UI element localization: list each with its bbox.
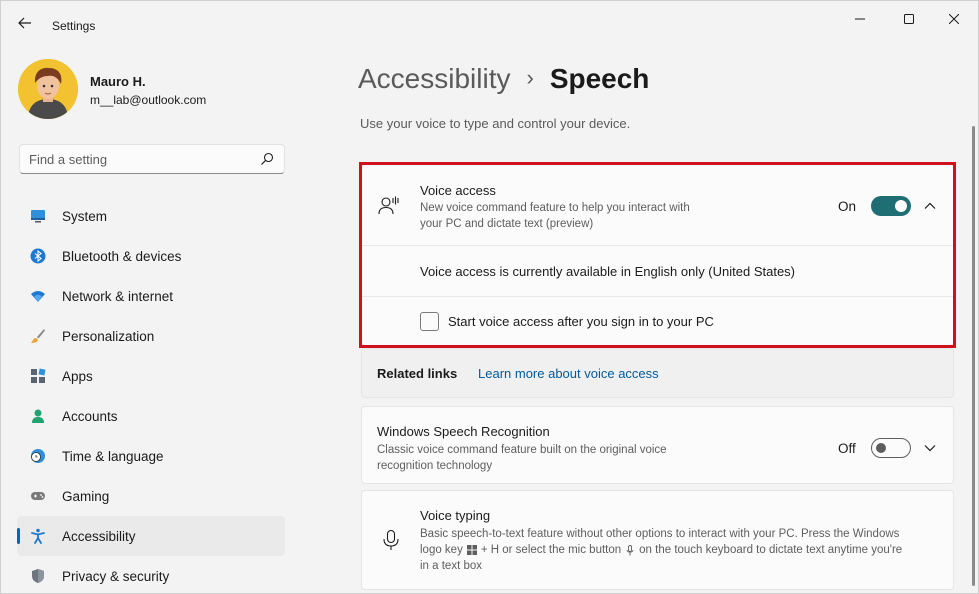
windows-logo-icon [466,545,477,555]
profile-name: Mauro H. [90,74,146,89]
voice-typing-title: Voice typing [420,508,491,523]
system-icon [31,210,45,223]
breadcrumb-separator: › [526,65,534,90]
wsr-description-line1: Classic voice command feature built on t… [377,444,667,456]
avatar[interactable] [18,59,78,119]
search-input[interactable] [29,152,249,167]
scrollbar[interactable] [972,126,975,586]
toggle-knob [876,443,886,453]
sidebar-item-label: Bluetooth & devices [62,249,182,264]
maximize-icon [904,14,914,24]
voice-typing-description-line3: in a text box [420,560,483,572]
accessibility-icon [31,528,45,544]
sidebar-item-label: Accounts [62,409,118,424]
sidebar-item-label: Personalization [62,329,155,344]
wsr-toggle[interactable] [871,438,911,458]
wifi-icon [31,291,45,302]
voice-typing-card[interactable]: Voice typing Basic speech-to-text featur… [361,490,954,590]
brush-icon [31,329,45,343]
voice-typing-description-line1: Basic speech-to-text feature without oth… [420,528,900,540]
sidebar-item-accounts[interactable]: Accounts [17,396,285,436]
page-subtitle: Use your voice to type and control your … [360,116,631,131]
breadcrumb: Accessibility › Speech [358,59,649,99]
sidebar-item-bluetooth[interactable]: Bluetooth & devices [17,236,285,276]
back-button[interactable] [9,11,41,35]
sidebar-item-system[interactable]: System [17,196,285,236]
gamepad-icon [31,492,45,500]
sidebar-item-label: Network & internet [62,289,174,304]
close-button[interactable] [931,5,977,33]
sidebar-item-network[interactable]: Network & internet [17,276,285,316]
related-links-card: Related links Learn more about voice acc… [361,348,954,398]
voice-typing-desc-part-c: on the touch keyboard to dictate text an… [639,544,903,556]
wsr-title: Windows Speech Recognition [377,424,550,439]
back-arrow-icon [18,17,31,29]
page-title: Speech [549,63,650,94]
small-mic-icon [626,544,634,555]
voice-typing-description-line2: logo key + H or select the mic button on… [420,542,902,558]
sidebar-nav: System Bluetooth & devices Network & int… [17,196,287,594]
learn-more-voice-access-link[interactable]: Learn more about voice access [478,366,659,381]
related-links-label: Related links [377,366,458,381]
sidebar-item-label: Apps [62,369,93,384]
apps-icon [31,368,46,383]
voice-typing-desc-part-a: logo key [420,544,463,556]
app-title: Settings [52,19,96,33]
maximize-button[interactable] [886,5,932,33]
title-bar: Settings [1,1,979,41]
sidebar-item-personalization[interactable]: Personalization [17,316,285,356]
wsr-toggle-label: Off [838,441,856,456]
globe-clock-icon [31,449,45,463]
avatar-image [18,59,78,119]
sidebar-item-privacy[interactable]: Privacy & security [17,556,285,594]
sidebar-item-time-language[interactable]: Time & language [17,436,285,476]
settings-window: Settings Mauro H. m__lab@outlook.com Fin… [0,0,979,594]
sidebar-item-label: System [62,209,108,224]
search-icon[interactable] [260,152,274,166]
wsr-description-line2: recognition technology [377,460,493,472]
voice-typing-desc-part-b: + H or select the mic button [480,544,622,556]
minimize-icon [855,18,865,20]
windows-speech-recognition-card[interactable]: Windows Speech Recognition Classic voice… [361,406,954,484]
sidebar-item-label: Time & language [62,449,164,464]
close-icon [949,14,959,24]
microphone-icon [383,529,399,550]
sidebar-item-label: Privacy & security [62,569,170,584]
profile-email: m__lab@outlook.com [90,93,207,107]
sidebar-item-gaming[interactable]: Gaming [17,476,285,516]
minimize-button[interactable] [837,5,883,33]
highlight-frame [359,162,956,348]
sidebar-item-apps[interactable]: Apps [17,356,285,396]
shield-icon [32,569,44,583]
breadcrumb-parent[interactable]: Accessibility [358,63,510,95]
person-icon [32,409,44,423]
search-box[interactable] [19,144,285,174]
sidebar-item-label: Accessibility [62,529,136,544]
sidebar-item-accessibility[interactable]: Accessibility [17,516,285,556]
bluetooth-icon [30,248,46,264]
chevron-down-icon[interactable] [923,441,937,455]
sidebar-item-label: Gaming [62,489,110,504]
